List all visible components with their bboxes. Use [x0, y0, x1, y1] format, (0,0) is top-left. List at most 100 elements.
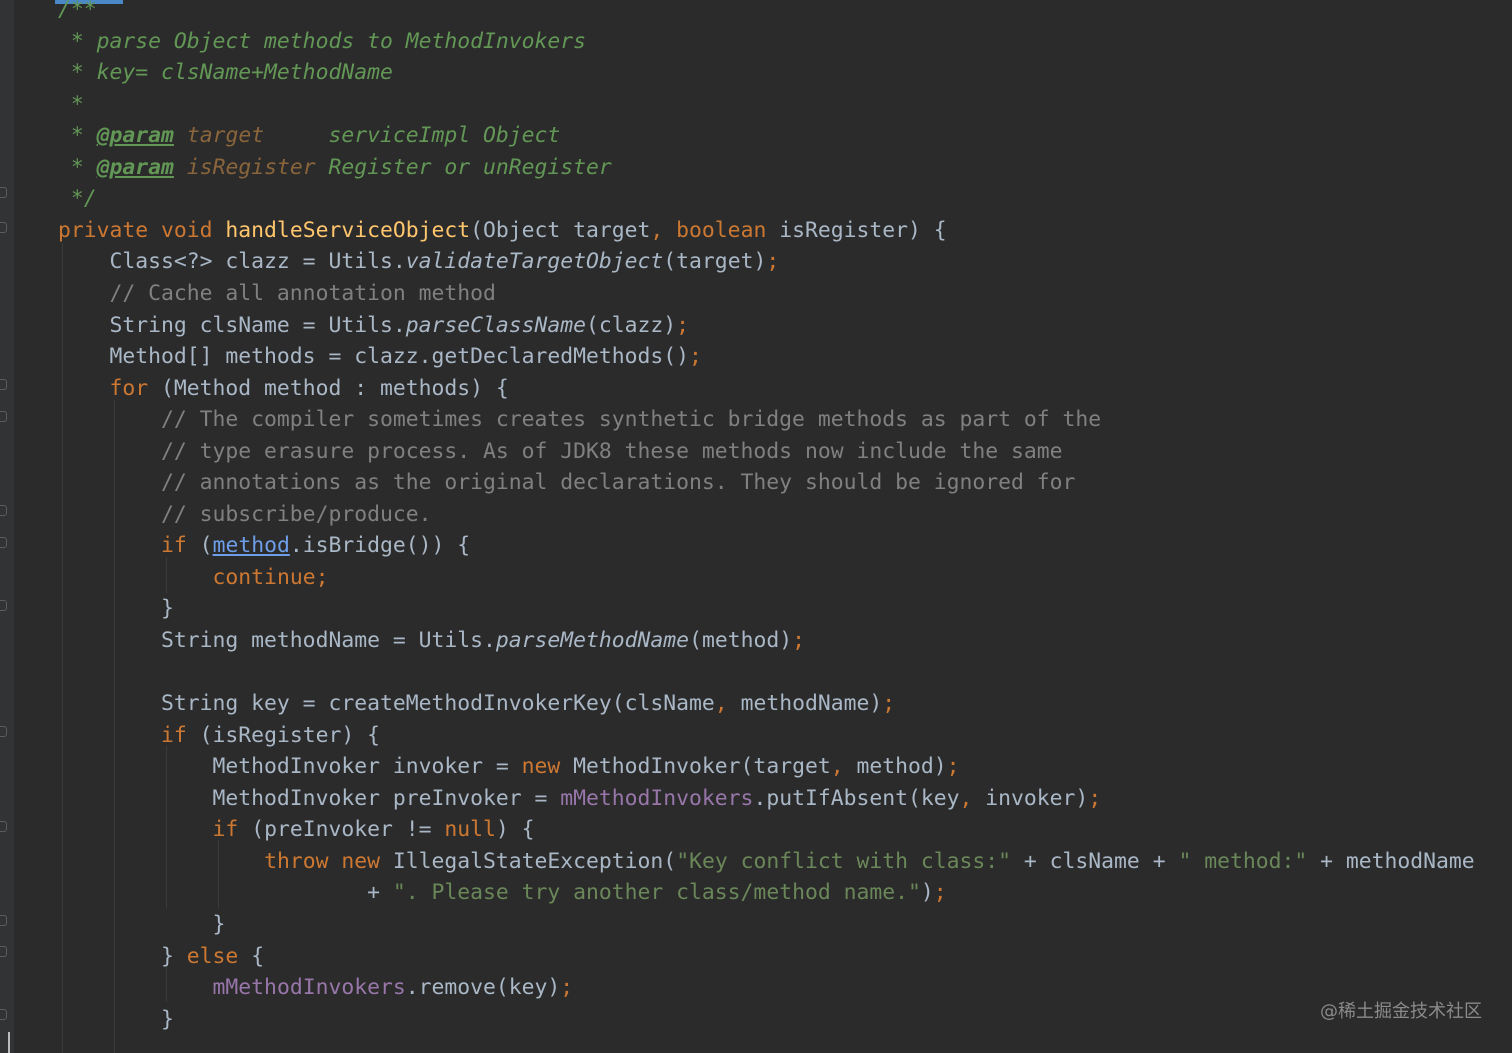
code-token: ( — [199, 533, 213, 559]
code-token: // subscribe/produce. — [58, 501, 432, 527]
fold-marker[interactable] — [0, 1009, 7, 1020]
code-token: isRegister — [186, 154, 316, 180]
code-token: ) { — [495, 817, 535, 843]
code-token: * key= clsName+MethodName — [58, 60, 393, 86]
code-line[interactable]: if (preInvoker != null) { — [58, 814, 535, 846]
code-line[interactable]: // Cache all annotation method — [58, 278, 496, 310]
code-token: (target) — [663, 249, 767, 275]
code-line[interactable]: } — [58, 593, 174, 625]
code-token: if — [212, 817, 252, 843]
code-token: /** — [58, 0, 97, 22]
code-token: mMethodInvokers — [560, 785, 754, 811]
fold-marker[interactable] — [0, 821, 7, 832]
code-token: // Cache all annotation method — [58, 280, 496, 306]
code-token: * parse Object methods to MethodInvokers — [58, 28, 587, 54]
code-token: ; — [933, 880, 947, 906]
code-line[interactable]: MethodInvoker preInvoker = mMethodInvoke… — [58, 783, 1102, 815]
code-token: if — [161, 533, 200, 559]
code-line[interactable]: * @param target serviceImpl Object — [58, 120, 560, 152]
code-line[interactable]: private void handleServiceObject(Object … — [58, 215, 947, 247]
code-line[interactable]: if (method.isBridge()) { — [58, 530, 470, 562]
code-token: new — [521, 754, 574, 780]
code-token: ; — [689, 344, 702, 370]
fold-marker[interactable] — [0, 187, 7, 198]
code-line[interactable]: } — [58, 909, 226, 941]
code-editor[interactable]: /** * parse Object methods to MethodInvo… — [0, 0, 1512, 1053]
code-token: private void — [58, 217, 226, 243]
code-token: + methodName — [1307, 848, 1475, 874]
code-token: // The compiler sometimes creates synthe… — [58, 407, 1102, 433]
code-line[interactable]: // annotations as the original declarati… — [58, 467, 1075, 499]
code-token: , — [650, 217, 677, 243]
fold-marker[interactable] — [0, 379, 7, 390]
code-token: , — [959, 785, 986, 811]
fold-marker[interactable] — [0, 222, 7, 233]
code-line[interactable]: String methodName = Utils.parseMethodNam… — [58, 625, 805, 657]
code-line[interactable]: // subscribe/produce. — [58, 499, 431, 531]
code-line[interactable]: * key= clsName+MethodName — [58, 57, 393, 89]
code-line[interactable]: // type erasure process. As of JDK8 thes… — [58, 436, 1063, 468]
code-line[interactable]: } — [58, 1004, 174, 1036]
fold-marker[interactable] — [0, 411, 7, 422]
fold-marker[interactable] — [0, 505, 7, 516]
code-token: } — [58, 911, 226, 937]
code-token: .putIfAbsent(key — [753, 785, 960, 811]
code-line[interactable]: if (isRegister) { — [58, 720, 380, 752]
fold-marker[interactable] — [0, 537, 7, 548]
code-line[interactable]: /** — [58, 0, 97, 26]
code-line[interactable]: * @param isRegister Register or unRegist… — [58, 152, 612, 184]
code-line[interactable]: mMethodInvokers.remove(key); — [58, 972, 574, 1004]
code-line[interactable]: for (Method method : methods) { — [58, 373, 509, 405]
fold-marker[interactable] — [0, 915, 7, 926]
code-token: isRegister) { — [779, 217, 947, 243]
code-token: , — [714, 691, 741, 717]
code-token: (Object target — [470, 217, 651, 243]
code-token: handleServiceObject — [225, 217, 471, 243]
code-line[interactable]: String key = createMethodInvokerKey(clsN… — [58, 688, 895, 720]
code-line[interactable]: */ — [58, 183, 97, 215]
code-line[interactable]: // The compiler sometimes creates synthe… — [58, 404, 1101, 436]
code-token: ; — [792, 628, 805, 653]
code-token: String clsName = Utils. — [58, 312, 406, 338]
code-line[interactable]: + ". Please try another class/method nam… — [58, 877, 947, 909]
code-token: IllegalStateException( — [392, 848, 677, 874]
code-line[interactable]: MethodInvoker invoker = new MethodInvoke… — [58, 751, 960, 783]
code-token: .isBridge()) { — [289, 533, 471, 559]
code-line[interactable]: String clsName = Utils.parseClassName(cl… — [58, 310, 690, 342]
fold-marker[interactable] — [0, 726, 7, 737]
code-line[interactable]: continue; — [58, 562, 329, 594]
code-line[interactable]: * parse Object methods to MethodInvokers — [58, 26, 586, 58]
code-token: (method) — [689, 628, 793, 653]
code-token: mMethodInvokers — [212, 975, 406, 1001]
code-line[interactable]: * — [58, 89, 84, 121]
code-token: (preInvoker != — [251, 817, 445, 843]
code-line[interactable]: } else { — [58, 941, 264, 973]
editor-gutter — [0, 0, 14, 1053]
code-token: for — [109, 375, 162, 401]
code-line[interactable]: Method[] methods = clazz.getDeclaredMeth… — [58, 341, 702, 373]
code-token: parseClassName — [405, 312, 587, 338]
code-token: */ — [58, 186, 97, 212]
code-token: null — [444, 817, 496, 843]
fold-marker[interactable] — [0, 600, 7, 611]
code-token: // annotations as the original declarati… — [58, 470, 1076, 496]
code-token: ; — [882, 691, 896, 717]
code-token: MethodInvoker(target — [573, 754, 831, 780]
code-token: @param — [96, 154, 174, 180]
code-token: ". Please try another class/method name.… — [392, 880, 921, 906]
code-line[interactable]: Class<?> clazz = Utils.validateTargetObj… — [58, 246, 780, 278]
code-line[interactable]: throw new IllegalStateException("Key con… — [58, 846, 1475, 878]
fold-marker[interactable] — [0, 946, 7, 957]
code-token: (Method method : methods) { — [161, 375, 509, 401]
code-token: * — [58, 154, 97, 180]
code-token: ; — [1088, 785, 1102, 811]
code-token: else — [186, 943, 252, 969]
code-token: } — [58, 596, 174, 622]
